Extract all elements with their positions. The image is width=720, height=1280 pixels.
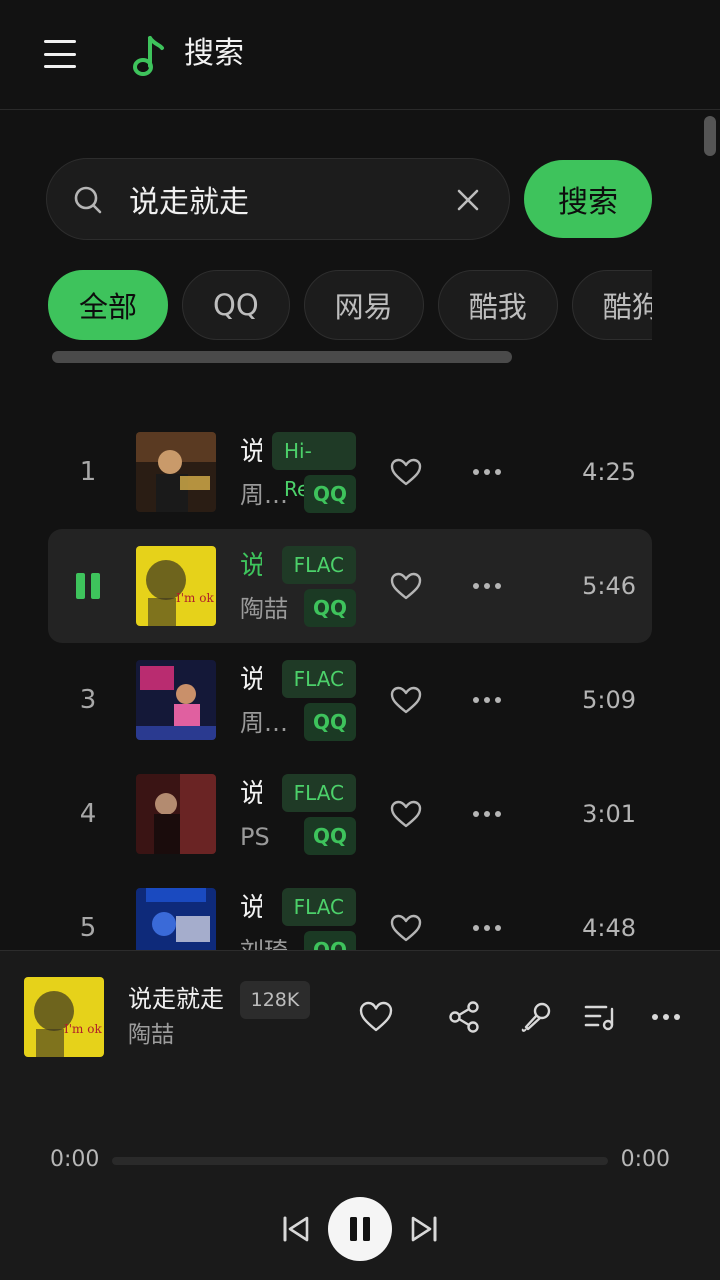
quality-badge: FLAC <box>281 660 356 698</box>
source-chip-qq[interactable]: QQ <box>182 270 290 340</box>
search-icon <box>74 186 102 214</box>
source-badge: QQ <box>304 589 356 627</box>
source-badge: QQ <box>304 703 356 741</box>
song-index: 3 <box>79 685 97 715</box>
quality-badge: Hi-Res <box>272 432 356 501</box>
quality-badge: FLAC <box>281 774 356 812</box>
quality-badge: FLAC <box>281 888 356 926</box>
song-row[interactable]: 5 说走就走 刘琦 FLAC QQ 4:48 <box>48 871 652 950</box>
source-filter-bar: 全部 QQ 网易 酷我 酷狗 <box>48 270 652 340</box>
player-song-title: 说走就走 <box>128 985 224 1013</box>
total-time: 0:00 <box>620 1147 670 1172</box>
player-album-cover[interactable]: I'm ok <box>24 977 104 1057</box>
more-icon[interactable] <box>472 809 502 819</box>
heart-icon[interactable] <box>390 685 422 715</box>
music-note-icon <box>133 36 164 76</box>
current-time: 0:00 <box>50 1147 100 1172</box>
heart-icon[interactable] <box>390 571 422 601</box>
vertical-scrollbar[interactable] <box>704 116 716 156</box>
more-icon[interactable] <box>472 467 502 477</box>
more-icon[interactable] <box>472 923 502 933</box>
album-cover <box>136 774 216 854</box>
album-cover <box>136 432 216 512</box>
heart-icon[interactable] <box>390 913 422 943</box>
song-duration: 5:46 <box>582 572 636 600</box>
song-title: 说走就走 <box>240 665 262 695</box>
song-index: 5 <box>79 913 97 943</box>
microphone-icon[interactable] <box>520 999 556 1035</box>
player-quality-badge[interactable]: 128K <box>240 981 310 1019</box>
song-title: 说走就走 <box>240 779 262 809</box>
song-row[interactable]: 1 说走就走 周传雄 Hi-Res QQ 4:25 <box>48 415 652 529</box>
song-duration: 3:01 <box>582 800 636 828</box>
source-chip-netease[interactable]: 网易 <box>303 270 424 340</box>
song-row-playing[interactable]: I'm ok 说走就走 陶喆 FLAC QQ 5:46 <box>48 529 652 643</box>
source-chip-kuwo[interactable]: 酷我 <box>437 270 558 340</box>
album-cover <box>136 888 216 950</box>
player-artist: 陶喆 <box>128 1022 174 1048</box>
now-playing-indicator-icon <box>76 573 100 599</box>
menu-icon[interactable] <box>40 36 80 72</box>
mini-player: I'm ok 说走就走 128K 陶喆 0:00 0:00 <box>0 950 720 1280</box>
song-duration: 4:25 <box>582 458 636 486</box>
album-cover <box>136 660 216 740</box>
progress-slider[interactable] <box>112 1157 608 1165</box>
song-row[interactable]: 3 说走就走 周传雄 FLAC QQ 5:09 <box>48 643 652 757</box>
pause-icon <box>350 1217 370 1241</box>
search-button[interactable]: 搜索 <box>524 160 652 238</box>
next-track-icon[interactable] <box>408 1213 440 1245</box>
song-title: 说走就走 <box>240 551 262 581</box>
more-icon[interactable] <box>472 581 502 591</box>
page-title: 搜索 <box>184 36 244 71</box>
search-input[interactable] <box>129 177 429 221</box>
song-list: 1 说走就走 周传雄 Hi-Res QQ 4:25 I'm ok 说走就走 陶喆… <box>48 415 652 950</box>
source-badge: QQ <box>304 475 356 513</box>
clear-icon[interactable] <box>455 187 481 213</box>
top-app-bar: 搜索 <box>0 0 720 110</box>
play-pause-button[interactable] <box>328 1197 392 1261</box>
song-index: 4 <box>79 799 97 829</box>
source-badge: QQ <box>304 931 356 950</box>
previous-track-icon[interactable] <box>280 1213 312 1245</box>
song-row[interactable]: 4 说走就走 PS FLAC QQ 3:01 <box>48 757 652 871</box>
song-title: 说走就走 <box>240 893 262 923</box>
source-badge: QQ <box>304 817 356 855</box>
svg-text:I'm ok: I'm ok <box>176 591 214 605</box>
song-duration: 5:09 <box>582 686 636 714</box>
quality-badge: FLAC <box>281 546 356 584</box>
heart-icon[interactable] <box>358 999 394 1035</box>
svg-text:I'm ok: I'm ok <box>64 1022 102 1036</box>
search-box[interactable] <box>46 158 510 240</box>
horizontal-scrollbar[interactable] <box>52 351 512 363</box>
share-icon[interactable] <box>446 999 482 1035</box>
playlist-icon[interactable] <box>582 999 618 1035</box>
song-title: 说走就走 <box>240 437 262 467</box>
song-index: 1 <box>79 457 97 487</box>
heart-icon[interactable] <box>390 457 422 487</box>
source-chip-all[interactable]: 全部 <box>48 270 169 340</box>
heart-icon[interactable] <box>390 799 422 829</box>
more-icon[interactable] <box>472 695 502 705</box>
album-cover: I'm ok <box>136 546 216 626</box>
source-chip-kugou[interactable]: 酷狗 <box>571 270 652 340</box>
song-duration: 4:48 <box>582 914 636 942</box>
more-icon[interactable] <box>648 999 684 1035</box>
